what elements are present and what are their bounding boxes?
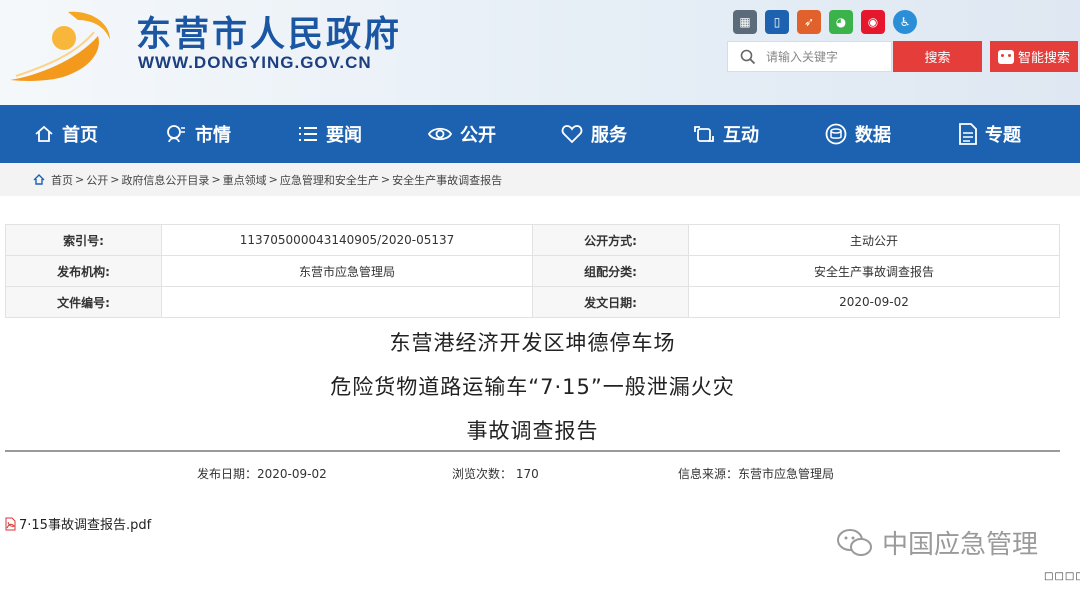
nav-item-topics[interactable]: 专题 [924, 105, 1056, 163]
breadcrumb-item[interactable]: 重点领域 [223, 172, 267, 188]
main-nav: 首页 市情 要闻 公开 服务 互动 数据 专题 [0, 105, 1080, 163]
interaction-icon [694, 126, 714, 142]
nav-label: 要闻 [326, 125, 362, 146]
wechat-watermark: 中国应急管理 [836, 524, 1038, 561]
nav-label: 市情 [195, 125, 231, 146]
nav-item-open[interactable]: 公开 [396, 105, 528, 163]
doc-no-value [161, 286, 533, 318]
nav-item-service[interactable]: 服务 [528, 105, 660, 163]
phone-icon[interactable]: ▯ [765, 10, 789, 34]
nav-item-interaction[interactable]: 互动 [660, 105, 792, 163]
nav-label: 服务 [591, 125, 627, 146]
nav-label: 互动 [723, 125, 759, 146]
category-value: 安全生产事故调查报告 [688, 255, 1060, 287]
watermark-text: 中国应急管理 [882, 530, 1039, 560]
attachment-name[interactable]: 7·15事故调查报告.pdf [19, 514, 151, 533]
home-icon [35, 125, 53, 142]
breadcrumb-item[interactable]: 安全生产事故调查报告 [392, 172, 502, 188]
eye-icon [428, 127, 452, 141]
wechat-icon [837, 528, 872, 556]
breadcrumb-home-icon [33, 174, 45, 185]
table-row: 发布机构: 东营市应急管理局 组配分类: 安全生产事故调查报告 [5, 255, 1060, 287]
government-logo-icon[interactable] [6, 6, 126, 86]
barcode-icon[interactable]: ▦ [733, 10, 757, 34]
issuer-label: 发布机构: [5, 255, 162, 287]
breadcrumb-item[interactable]: 首页 [51, 172, 73, 188]
document-meta-table: 索引号: 113705000043140905/2020-05137 公开方式:… [5, 224, 1060, 318]
search-input[interactable] [764, 48, 886, 65]
nav-item-city-info[interactable]: 市情 [132, 105, 264, 163]
search-button[interactable]: 搜索 [893, 41, 982, 72]
info-source: 信息来源：东营市应急管理局 [678, 467, 835, 481]
index-value: 113705000043140905/2020-05137 [161, 224, 533, 256]
breadcrumb: 首页 > 公开 > 政府信息公开目录 > 重点领域 > 应急管理和安全生产 > 安全生产事… [0, 163, 1080, 196]
view-count: 浏览次数： 170 [452, 467, 539, 481]
site-url: WWW.DONGYING.GOV.CN [138, 53, 372, 72]
doc-no-label: 文件编号: [5, 286, 162, 318]
data-icon [825, 123, 847, 145]
app-icon[interactable]: ➶ [797, 10, 821, 34]
issue-date-label: 发文日期: [532, 286, 689, 318]
nav-item-news[interactable]: 要闻 [264, 105, 396, 163]
accessibility-icon[interactable]: ♿ [893, 10, 917, 34]
site-header: 东营市人民政府 WWW.DONGYING.GOV.CN ▦ ▯ ➶ ◕ ◉ ♿ … [0, 0, 1080, 105]
breadcrumb-item[interactable]: 公开 [86, 172, 108, 188]
city-info-icon [167, 125, 185, 143]
breadcrumb-item[interactable]: 政府信息公开目录 [121, 172, 209, 188]
open-mode-value: 主动公开 [688, 224, 1060, 256]
document-icon [959, 123, 977, 145]
table-row: 文件编号: 发文日期: 2020-09-02 [5, 286, 1060, 318]
weibo-icon[interactable]: ◉ [861, 10, 885, 34]
site-title[interactable]: 东营市人民政府 [136, 6, 402, 57]
smart-search-label: 智能搜索 [1017, 51, 1070, 66]
article-title-line-1: 东营港经济开发区坤德停车场 [389, 331, 676, 355]
category-label: 组配分类: [532, 255, 689, 287]
open-mode-label: 公开方式: [532, 224, 689, 256]
issuer-value: 东营市应急管理局 [161, 255, 533, 287]
nav-label: 专题 [985, 125, 1021, 146]
issue-date-value: 2020-09-02 [688, 286, 1060, 318]
wechat-icon[interactable]: ◕ [829, 10, 853, 34]
corner-text: □□□□ [1044, 571, 1080, 582]
index-label: 索引号: [5, 224, 162, 256]
nav-label: 公开 [460, 125, 496, 146]
robot-icon [997, 49, 1014, 64]
search-field[interactable] [727, 41, 892, 72]
nav-item-data[interactable]: 数据 [792, 105, 924, 163]
share-icons: ▦ ▯ ➶ ◕ ◉ ♿ [733, 10, 917, 34]
search-icon [740, 49, 756, 64]
table-row: 索引号: 113705000043140905/2020-05137 公开方式:… [5, 224, 1060, 256]
attachment-link[interactable]: 7·15事故调查报告.pdf [4, 514, 151, 533]
heart-icon [561, 125, 583, 144]
nav-item-home[interactable]: 首页 [0, 105, 132, 163]
article-title-line-3: 事故调查报告 [466, 419, 599, 443]
pdf-icon [5, 517, 16, 530]
article-title-line-2: 危险货物道路运输车“7·15”一般泄漏火灾 [330, 375, 735, 399]
publish-date: 发布日期：2020-09-02 [197, 467, 327, 481]
smart-search-button[interactable]: 智能搜索 [990, 41, 1078, 72]
nav-label: 数据 [855, 125, 891, 146]
nav-label: 首页 [62, 125, 98, 146]
news-list-icon [299, 127, 317, 141]
breadcrumb-item[interactable]: 应急管理和安全生产 [280, 172, 379, 188]
title-divider [5, 450, 1060, 452]
